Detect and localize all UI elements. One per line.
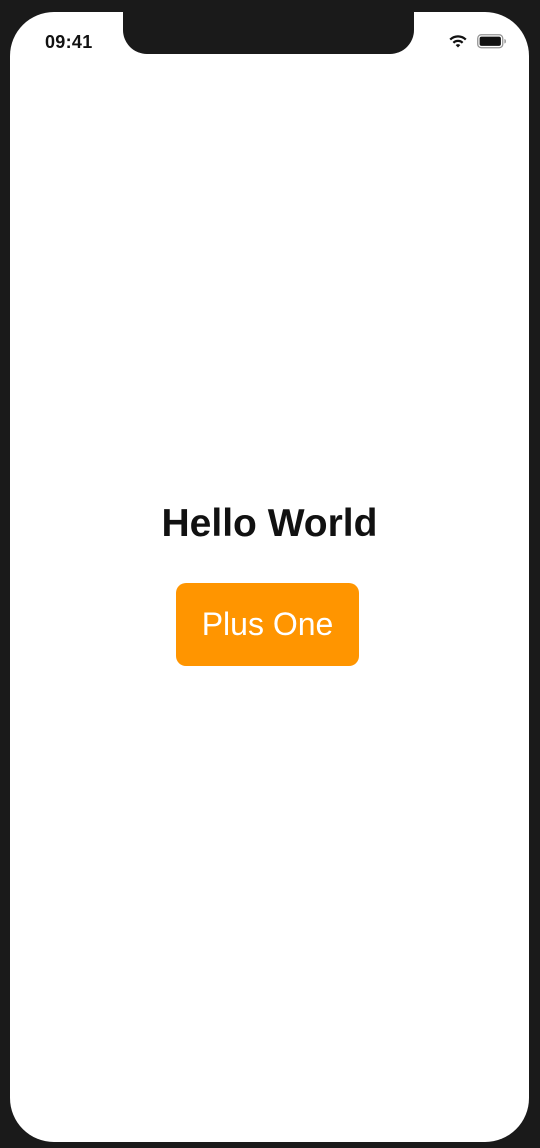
plus-one-button[interactable]: Plus One xyxy=(176,583,359,666)
hello-title: Hello World xyxy=(161,502,378,545)
device-frame: 09:41 Hello World Plus One xyxy=(0,0,540,1148)
app-screen: 09:41 Hello World Plus One xyxy=(10,12,529,1142)
main-content: Hello World Plus One xyxy=(10,12,529,1142)
